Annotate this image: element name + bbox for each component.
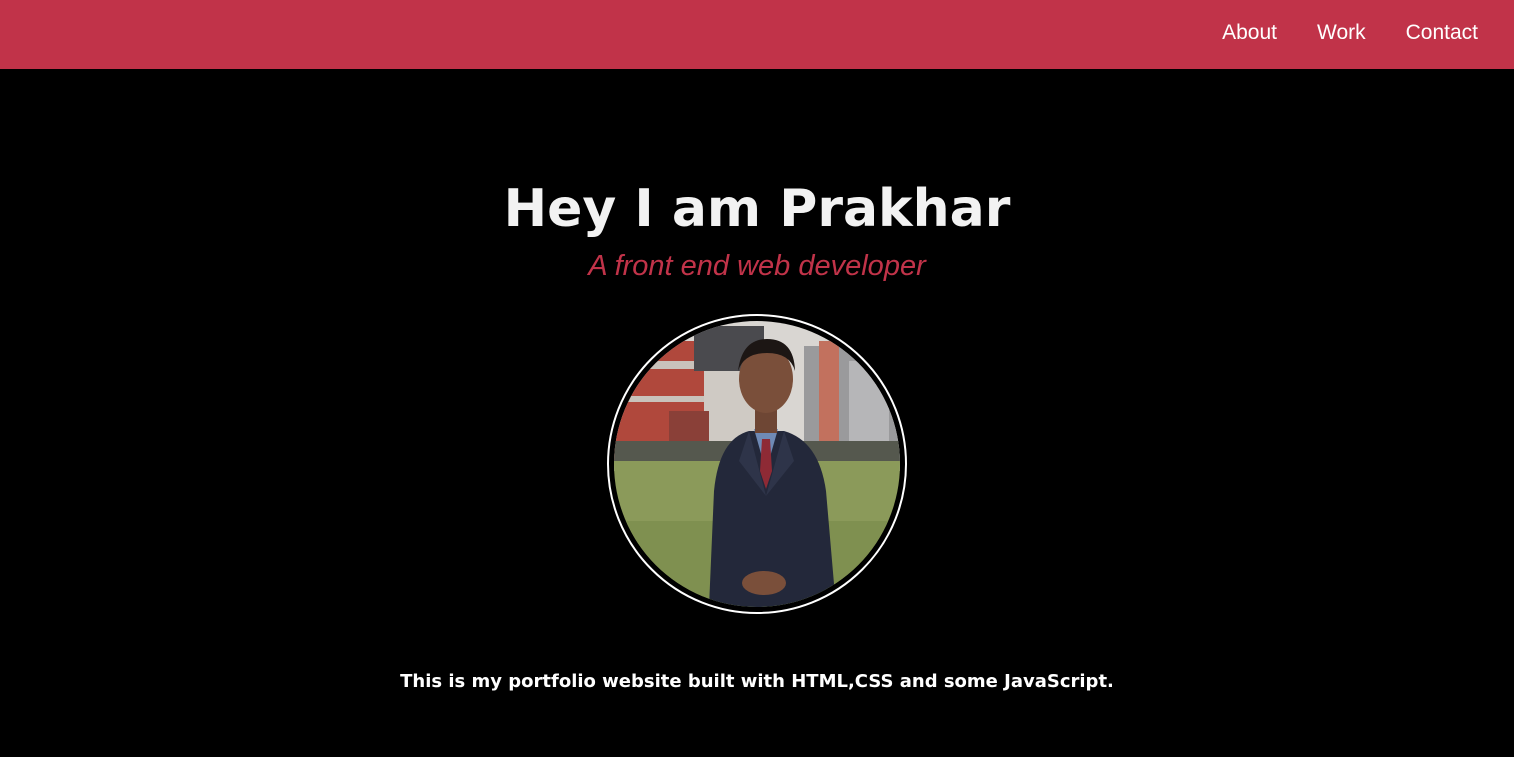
nav-link-about[interactable]: About (1222, 21, 1277, 45)
nav-link-work[interactable]: Work (1317, 21, 1366, 45)
hero-description: This is my portfolio website built with … (400, 671, 1114, 692)
hero-subtitle: A front end web developer (588, 250, 926, 282)
profile-photo (614, 321, 900, 607)
nav-links: About Work Contact (1222, 0, 1478, 66)
nav-link-contact[interactable]: Contact (1406, 21, 1478, 45)
hero-section: Hey I am Prakhar A front end web develop… (0, 69, 1514, 757)
navbar: About Work Contact (0, 0, 1514, 69)
avatar-frame (607, 314, 907, 614)
hero-title: Hey I am Prakhar (503, 179, 1011, 239)
